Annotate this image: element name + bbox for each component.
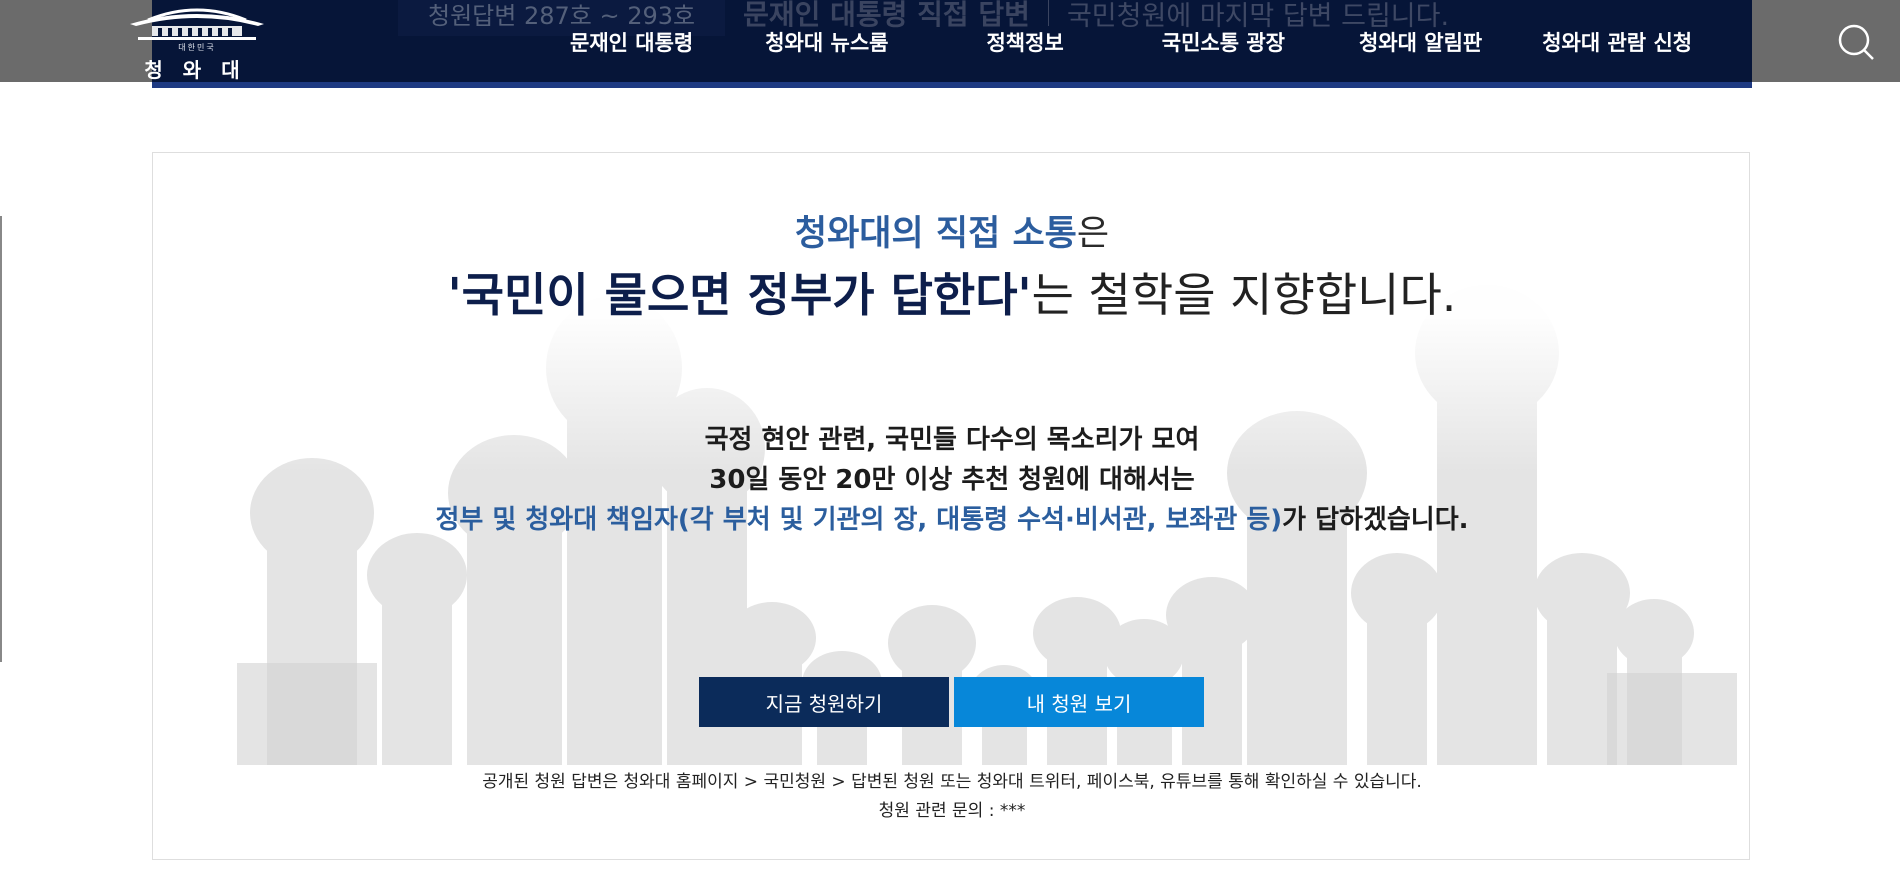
policy-text-line-3: 정부 및 청와대 책임자(각 부처 및 기관의 장, 대통령 수석·비서관, 보… [153, 499, 1751, 536]
policy-text-line-3-rest: 가 답하겠습니다. [1282, 505, 1469, 535]
search-icon [1838, 24, 1874, 60]
petition-intro-card: 청와대의 직접 소통은 '국민이 물으면 정부가 답한다'는 철학을 지향합니다… [152, 152, 1750, 860]
my-petitions-button[interactable]: 내 청원 보기 [954, 677, 1204, 727]
contact-note: 청원 관련 문의 : *** [878, 801, 1026, 821]
left-edge-divider [0, 216, 2, 662]
nav-item-public-square[interactable]: 국민소통 광장 [1162, 27, 1285, 57]
nav-item-newsroom[interactable]: 청와대 뉴스룸 [765, 27, 888, 57]
nav-accent-line [152, 82, 1752, 88]
petition-now-button[interactable]: 지금 청원하기 [699, 677, 949, 727]
main-nav: 문재인 대통령 청와대 뉴스룸 정책정보 국민소통 광장 청와대 알림판 청와대… [570, 22, 1692, 62]
nav-item-bulletin[interactable]: 청와대 알림판 [1359, 27, 1482, 57]
nav-item-policy[interactable]: 정책정보 [986, 27, 1063, 57]
search-button[interactable] [1836, 22, 1876, 62]
responsible-officials: 정부 및 청와대 책임자(각 부처 및 기관의 장, 대통령 수석·비서관, 보… [435, 505, 1283, 535]
intro-heading-rest: 은 [1076, 214, 1110, 254]
site-logo[interactable]: 대한민국 청와대 [118, 2, 276, 82]
policy-text-line-2: 30일 동안 20만 이상 추천 청원에 대해서는 [709, 465, 1195, 495]
blue-house-logo-icon [130, 8, 264, 40]
nav-item-president[interactable]: 문재인 대통령 [570, 27, 693, 57]
intro-heading: 청와대의 직접 소통은 [153, 205, 1751, 256]
philosophy-statement: '국민이 물으면 정부가 답한다'는 철학을 지향합니다. [153, 259, 1751, 325]
answer-channels-note: 공개된 청원 답변은 청와대 홈페이지 > 국민청원 > 답변된 청원 또는 청… [482, 772, 1422, 792]
nav-item-tour[interactable]: 청와대 관람 신청 [1542, 27, 1692, 57]
intro-heading-highlight: 청와대의 직접 소통 [794, 214, 1077, 254]
logo-subtitle: 대한민국 [178, 43, 216, 52]
logo-title: 청와대 [144, 58, 260, 82]
policy-text-line-1: 국정 현안 관련, 국민들 다수의 목소리가 모여 [704, 425, 1200, 455]
philosophy-rest: 는 철학을 지향합니다. [1031, 268, 1457, 322]
philosophy-quote: '국민이 물으면 정부가 답한다' [447, 268, 1032, 322]
